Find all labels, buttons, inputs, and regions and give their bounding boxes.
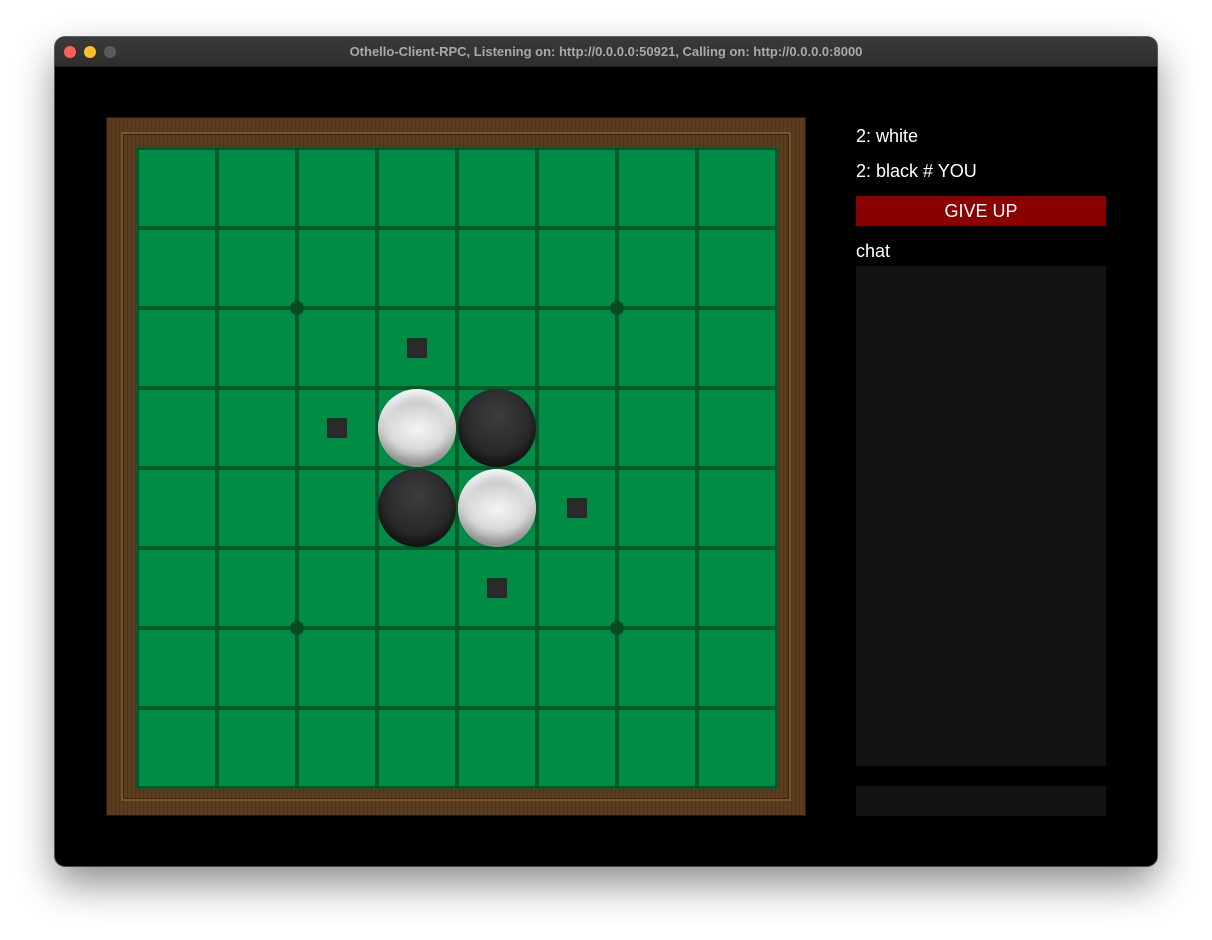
board-square[interactable]	[457, 308, 537, 388]
board-square[interactable]	[617, 228, 697, 308]
board-square[interactable]	[137, 148, 217, 228]
board-square[interactable]	[377, 548, 457, 628]
board-square[interactable]	[217, 548, 297, 628]
chat-label: chat	[856, 241, 891, 261]
board-star-point	[290, 621, 304, 635]
board-square[interactable]	[537, 548, 617, 628]
board-square[interactable]	[537, 388, 617, 468]
board-square[interactable]	[137, 708, 217, 788]
board-square[interactable]	[217, 708, 297, 788]
board-square[interactable]	[217, 628, 297, 708]
board-square[interactable]	[297, 468, 377, 548]
board-square[interactable]	[137, 548, 217, 628]
board-square[interactable]	[537, 148, 617, 228]
board-square[interactable]	[697, 228, 777, 308]
board-square[interactable]	[617, 308, 697, 388]
board-square[interactable]	[137, 228, 217, 308]
board-square[interactable]	[297, 628, 377, 708]
board-star-point	[610, 301, 624, 315]
board-square[interactable]	[217, 308, 297, 388]
white-score: 2: white	[856, 126, 919, 146]
board-square[interactable]	[617, 548, 697, 628]
board-square[interactable]	[697, 148, 777, 228]
board-square[interactable]	[617, 388, 697, 468]
board-square[interactable]	[457, 228, 537, 308]
board-star-point	[610, 621, 624, 635]
board-square[interactable]	[697, 628, 777, 708]
board-square[interactable]	[217, 228, 297, 308]
black-score: 2: black # YOU	[856, 161, 977, 181]
board-square[interactable]	[537, 708, 617, 788]
board-square[interactable]	[217, 388, 297, 468]
board-square[interactable]	[457, 148, 537, 228]
white-disc	[378, 389, 456, 467]
board-square[interactable]	[457, 708, 537, 788]
board-square[interactable]	[617, 148, 697, 228]
board-square[interactable]	[137, 308, 217, 388]
board-square[interactable]	[617, 468, 697, 548]
white-disc	[458, 469, 536, 547]
board-square[interactable]	[697, 708, 777, 788]
board-square[interactable]	[697, 548, 777, 628]
side-panel: 2: white 2: black # YOU GIVE UP chat	[856, 37, 1106, 866]
board-square[interactable]	[617, 708, 697, 788]
board-square[interactable]	[697, 308, 777, 388]
board-square[interactable]	[617, 628, 697, 708]
board-square[interactable]	[377, 628, 457, 708]
board-square[interactable]	[457, 628, 537, 708]
board-square[interactable]	[297, 228, 377, 308]
board-square[interactable]	[537, 228, 617, 308]
board-square[interactable]	[537, 308, 617, 388]
board-square[interactable]	[297, 708, 377, 788]
board-square[interactable]	[137, 628, 217, 708]
valid-move-marker[interactable]	[487, 578, 507, 598]
board-square[interactable]	[297, 308, 377, 388]
board-square[interactable]	[697, 468, 777, 548]
board-star-point	[290, 301, 304, 315]
give-up-button[interactable]: GIVE UP	[856, 196, 1106, 226]
board-square[interactable]	[217, 148, 297, 228]
board-square[interactable]	[297, 148, 377, 228]
board-square[interactable]	[297, 548, 377, 628]
board-square[interactable]	[217, 468, 297, 548]
valid-move-marker[interactable]	[407, 338, 427, 358]
othello-board	[136, 147, 778, 789]
valid-move-marker[interactable]	[327, 418, 347, 438]
board-square[interactable]	[377, 228, 457, 308]
chat-log[interactable]	[856, 266, 1106, 766]
board-square[interactable]	[697, 388, 777, 468]
black-disc	[378, 469, 456, 547]
board-square[interactable]	[537, 628, 617, 708]
app-window: Othello-Client-RPC, Listening on: http:/…	[55, 37, 1157, 866]
board-square[interactable]	[377, 708, 457, 788]
board-square[interactable]	[137, 468, 217, 548]
valid-move-marker[interactable]	[567, 498, 587, 518]
board-square[interactable]	[137, 388, 217, 468]
chat-input[interactable]	[856, 786, 1106, 816]
black-disc	[458, 389, 536, 467]
board-frame	[106, 117, 806, 816]
board-square[interactable]	[377, 148, 457, 228]
